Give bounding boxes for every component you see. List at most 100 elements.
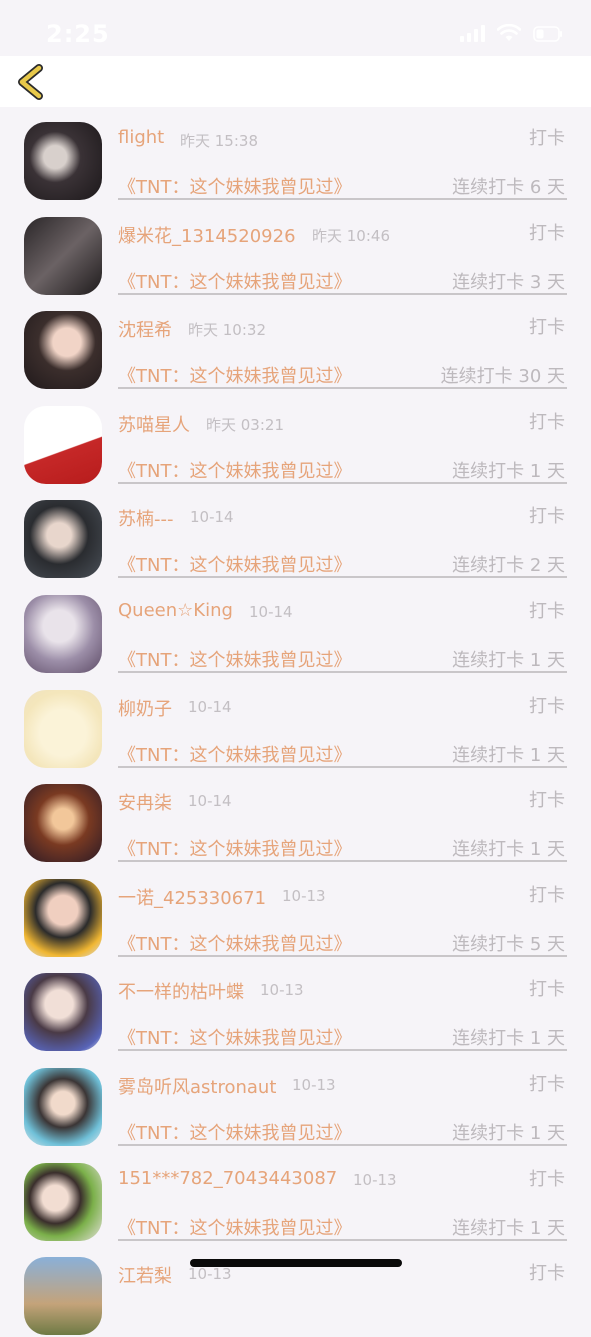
- avatar[interactable]: [24, 500, 102, 579]
- streak-count: 连续打卡 30 天: [440, 366, 565, 388]
- user-name[interactable]: 江若梨: [118, 1262, 172, 1288]
- list-item[interactable]: 安冉柒 10-14 打卡 《TNT：这个妹妹我曾见过》 连续打卡 1 天: [0, 769, 591, 864]
- topic-link[interactable]: 《TNT：这个妹妹我曾见过》: [118, 1214, 351, 1240]
- topic-link[interactable]: 《TNT：这个妹妹我曾见过》: [118, 835, 351, 861]
- list-item[interactable]: 苏楠--- 10-14 打卡 《TNT：这个妹妹我曾见过》 连续打卡 2 天: [0, 485, 591, 580]
- list-item[interactable]: Queen☆King 10-14 打卡《TNT：这个妹妹我曾见过》 连续打卡 1 天: [0, 580, 591, 675]
- list-item[interactable]: 雾岛听风astronaut 10-13 打卡《TNT：这个妹妹我曾见过》 连续打卡 1…: [0, 1053, 591, 1148]
- avatar[interactable]: [24, 122, 102, 200]
- status-time: 2:25: [46, 20, 110, 48]
- avatar[interactable]: [24, 1067, 102, 1146]
- divider: [118, 292, 567, 295]
- user-name[interactable]: 苏楠---: [118, 505, 174, 531]
- list-item[interactable]: flight 昨天 15:38 打卡 《TNT：这个妹妹我曾见过》 连续打卡 6 天: [0, 107, 591, 202]
- checkin-button[interactable]: 打卡: [529, 313, 565, 339]
- checkin-button[interactable]: 打卡: [529, 408, 565, 434]
- checkin-button[interactable]: 打卡: [529, 1259, 565, 1285]
- topic-link[interactable]: 《TNT：这个妹妹我曾见过》: [118, 930, 351, 956]
- avatar[interactable]: [24, 1257, 102, 1336]
- topic-link[interactable]: 《TNT：这个妹妹我曾见过》: [118, 551, 351, 577]
- checkin-button[interactable]: 打卡: [529, 975, 565, 1001]
- avatar[interactable]: [24, 216, 102, 295]
- avatar[interactable]: [24, 973, 102, 1052]
- user-name[interactable]: 爆米花_1314520926: [118, 222, 296, 248]
- list-item[interactable]: 一诺_425330671 10-13 打卡《TNT：这个妹妹我曾见过》 连续打卡 5 …: [0, 864, 591, 959]
- list-item[interactable]: 柳奶子 10-14 打卡《TNT：这个妹妹我曾见过》 连续打卡 1 天: [0, 675, 591, 770]
- divider: [118, 576, 567, 579]
- topic-link[interactable]: 《TNT：这个妹妹我曾见过》: [118, 1024, 351, 1050]
- user-name[interactable]: Queen☆King: [118, 600, 233, 621]
- wifi-icon: [497, 24, 521, 42]
- streak-count: 连续打卡 1 天: [452, 744, 565, 766]
- avatar[interactable]: [24, 784, 102, 863]
- avatar[interactable]: [24, 311, 102, 390]
- post-time: 10-13: [188, 1265, 232, 1284]
- topic-link[interactable]: 《TNT：这个妹妹我曾见过》: [118, 268, 351, 294]
- status-icons: [460, 24, 563, 42]
- avatar[interactable]: [24, 405, 102, 484]
- streak-count: 连续打卡 5 天: [452, 933, 565, 955]
- topic-link[interactable]: 《TNT：这个妹妹我曾见过》: [118, 741, 351, 767]
- avatar[interactable]: [24, 1162, 102, 1241]
- post-time: 昨天 10:32: [188, 321, 266, 340]
- user-name[interactable]: flight: [118, 127, 164, 148]
- streak-count: 连续打卡 1 天: [452, 839, 565, 861]
- avatar[interactable]: [24, 689, 102, 768]
- user-name[interactable]: 雾岛听风astronaut: [118, 1073, 276, 1099]
- checkin-button[interactable]: 打卡: [529, 692, 565, 718]
- streak-count: 连续打卡 1 天: [452, 1122, 565, 1144]
- user-name[interactable]: 沈程希: [118, 316, 172, 342]
- divider: [118, 860, 567, 863]
- back-button[interactable]: [12, 62, 52, 102]
- streak-count: 连续打卡 1 天: [452, 1028, 565, 1050]
- user-name[interactable]: 苏喵星人: [118, 411, 190, 437]
- list-item[interactable]: 苏喵星人 昨天 03:21 打卡《TNT：这个妹妹我曾见过》 连续打卡 1 天: [0, 391, 591, 486]
- post-time: 10-13: [353, 1170, 397, 1189]
- checkin-button[interactable]: 打卡: [529, 502, 565, 528]
- list-item[interactable]: 沈程希 昨天 10:32 打卡《TNT：这个妹妹我曾见过》 连续打卡 30 天: [0, 296, 591, 391]
- checkin-button[interactable]: 打卡: [529, 1070, 565, 1096]
- checkin-button[interactable]: 打卡: [529, 786, 565, 812]
- topic-link[interactable]: 《TNT：这个妹妹我曾见过》: [118, 1119, 351, 1145]
- home-indicator: [190, 1259, 402, 1267]
- user-name[interactable]: 一诺_425330671: [118, 884, 266, 910]
- post-time: 10-14: [188, 697, 232, 716]
- avatar[interactable]: [24, 594, 102, 673]
- checkin-button[interactable]: 打卡: [529, 881, 565, 907]
- checkin-list: flight 昨天 15:38 打卡 《TNT：这个妹妹我曾见过》 连续打卡 6 天爆米…: [0, 107, 591, 1337]
- divider: [118, 1238, 567, 1241]
- status-bar: 2:25: [0, 0, 591, 56]
- user-name[interactable]: 不一样的枯叶蝶: [118, 978, 244, 1004]
- list-item[interactable]: 江若梨 10-13 打卡: [0, 1242, 591, 1337]
- topic-link[interactable]: 《TNT：这个妹妹我曾见过》: [118, 646, 351, 672]
- list-item[interactable]: 151***782_7043443087 10-13 打卡《TNT：这个妹妹我曾见过…: [0, 1148, 591, 1243]
- topic-link[interactable]: 《TNT：这个妹妹我曾见过》: [118, 362, 351, 388]
- avatar[interactable]: [24, 878, 102, 957]
- user-name[interactable]: 安冉柒: [118, 789, 172, 815]
- user-name[interactable]: 柳奶子: [118, 695, 172, 721]
- checkin-button[interactable]: 打卡: [529, 1165, 565, 1191]
- post-time: 10-14: [190, 508, 234, 527]
- post-time: 昨天 03:21: [206, 415, 284, 434]
- streak-count: 连续打卡 1 天: [452, 649, 565, 671]
- post-time: 昨天 15:38: [180, 132, 258, 150]
- streak-count: 连续打卡 3 天: [452, 271, 565, 293]
- checkin-button[interactable]: 打卡: [529, 219, 565, 245]
- post-time: 10-14: [249, 602, 293, 621]
- divider: [118, 198, 567, 200]
- topic-link[interactable]: 《TNT：这个妹妹我曾见过》: [118, 457, 351, 483]
- divider: [118, 481, 567, 484]
- checkin-button[interactable]: 打卡: [529, 124, 565, 150]
- user-name[interactable]: 151***782_7043443087: [118, 1168, 337, 1189]
- streak-count: 连续打卡 1 天: [452, 460, 565, 482]
- post-time: 10-13: [282, 886, 326, 905]
- topic-link[interactable]: 《TNT：这个妹妹我曾见过》: [118, 173, 351, 199]
- divider: [118, 765, 567, 768]
- list-item[interactable]: 爆米花_1314520926 昨天 10:46 打卡 《TNT：这个妹妹我曾见过》 连续…: [0, 202, 591, 297]
- checkin-button[interactable]: 打卡: [529, 597, 565, 623]
- list-item[interactable]: 不一样的枯叶蝶 10-13 打卡《TNT：这个妹妹我曾见过》 连续打卡 1 天: [0, 958, 591, 1053]
- divider: [118, 387, 567, 390]
- signal-icon: [460, 24, 485, 42]
- post-time: 10-13: [292, 1075, 336, 1094]
- post-time: 10-13: [260, 981, 304, 1000]
